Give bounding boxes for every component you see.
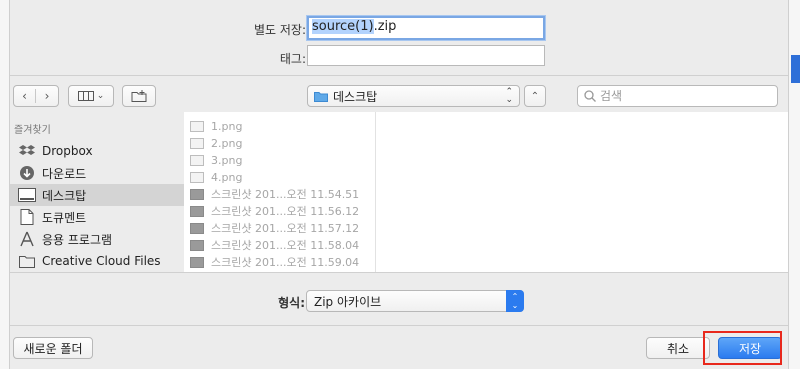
columns-view-icon — [77, 91, 94, 101]
sidebar-item-label: Dropbox — [42, 144, 93, 158]
folder-icon — [18, 253, 36, 269]
chevron-up-icon: ⌃ — [530, 90, 540, 102]
image-file-icon — [190, 154, 204, 166]
file-name: 스크린샷 201...오전 11.56.12 — [211, 205, 360, 218]
screenshot-file-icon — [190, 239, 204, 251]
image-file-icon — [190, 171, 204, 183]
sidebar-item-creative-cloud[interactable]: Creative Cloud Files — [10, 250, 184, 272]
sidebar-header: 즐겨찾기 — [14, 125, 51, 136]
back-forward-group: ‹ › — [13, 85, 59, 107]
highlight-outline — [703, 331, 782, 365]
file-name: 4.png — [211, 170, 243, 184]
list-item[interactable]: 스크린샷 201...오전 11.56.12 — [190, 203, 359, 219]
file-name: 2.png — [211, 136, 243, 150]
file-column: 1.png 2.png 3.png 4.png 스크린샷 201...오전 11… — [184, 112, 376, 272]
footer-separator — [10, 325, 788, 326]
forward-button[interactable]: › — [36, 89, 58, 103]
file-name: 3.png — [211, 153, 243, 167]
new-folder-button[interactable]: 새로운 폴더 — [13, 337, 93, 359]
new-folder-icon — [131, 90, 147, 102]
search-icon — [584, 90, 596, 102]
back-button[interactable]: ‹ — [14, 89, 36, 103]
image-file-icon — [190, 120, 204, 132]
screenshot-file-icon — [190, 205, 204, 217]
sidebar-item-dropbox[interactable]: Dropbox — [10, 140, 184, 162]
list-item[interactable]: 스크린샷 201...오전 11.57.12 — [190, 220, 359, 236]
background-accent — [791, 55, 800, 83]
sidebar: 즐겨찾기 Dropbox 다운로드 데스크탑 도큐멘트 응용 프로그램 Crea… — [10, 112, 184, 272]
format-popup[interactable]: Zip 아카이브 ⌃ ⌄ — [306, 290, 524, 312]
file-name: 스크린샷 201...오전 11.54.51 — [211, 188, 360, 201]
cancel-button[interactable]: 취소 — [646, 337, 710, 359]
file-name: 스크린샷 201...오전 11.58.04 — [211, 239, 360, 252]
updown-chevron-icon: ⌃ ⌄ — [506, 290, 524, 312]
background-window-left — [0, 0, 10, 369]
file-browser: 1.png 2.png 3.png 4.png 스크린샷 201...오전 11… — [184, 112, 788, 272]
tags-label: 태그: — [279, 52, 306, 66]
chevron-down-icon: ⌄ — [96, 91, 105, 101]
list-item[interactable]: 4.png — [190, 169, 242, 185]
list-item[interactable]: 스크린샷 201...오전 11.54.51 — [190, 186, 359, 202]
screenshot-file-icon — [190, 222, 204, 234]
format-value: Zip 아카이브 — [314, 294, 382, 309]
screenshot-file-icon — [190, 256, 204, 268]
list-item[interactable]: 3.png — [190, 152, 242, 168]
tags-field[interactable] — [307, 45, 545, 66]
background-window-right — [788, 0, 800, 369]
collapse-button[interactable]: ⌃ — [524, 85, 546, 107]
sidebar-item-label: 도큐멘트 — [42, 210, 87, 225]
document-icon — [18, 209, 36, 225]
sidebar-item-downloads[interactable]: 다운로드 — [10, 162, 184, 184]
search-field[interactable]: 검색 — [577, 85, 778, 107]
new-folder-label: 새로운 폴더 — [23, 341, 83, 356]
save-dialog: 별도 저장: source(1).zip 태그: ‹ › ⌄ 데스크탑 ⌃ ⌄ ⌃… — [10, 0, 788, 369]
filename-extension: .zip — [373, 19, 397, 34]
dropbox-icon — [18, 143, 36, 159]
list-item[interactable]: 스크린샷 201...오전 11.59.04 — [190, 254, 359, 270]
search-placeholder: 검색 — [600, 88, 623, 103]
image-file-icon — [190, 137, 204, 149]
download-icon — [18, 165, 36, 181]
location-popup[interactable]: 데스크탑 ⌃ ⌄ — [307, 85, 520, 107]
sidebar-item-label: 데스크탑 — [42, 188, 87, 203]
sidebar-item-documents[interactable]: 도큐멘트 — [10, 206, 184, 228]
list-item[interactable]: 2.png — [190, 135, 242, 151]
updown-chevron-icon: ⌃ ⌄ — [505, 87, 513, 105]
sidebar-item-applications[interactable]: 응용 프로그램 — [10, 228, 184, 250]
new-folder-toolbar-button[interactable] — [122, 85, 156, 107]
filename-selection: source(1) — [312, 19, 374, 34]
cancel-label: 취소 — [666, 341, 690, 356]
screenshot-file-icon — [190, 188, 204, 200]
format-label: 형식: — [278, 296, 305, 310]
sidebar-item-label: Creative Cloud Files — [42, 254, 161, 268]
file-name: 스크린샷 201...오전 11.59.04 — [211, 256, 360, 269]
file-name: 스크린샷 201...오전 11.57.12 — [211, 222, 360, 235]
desktop-icon — [18, 187, 36, 203]
sidebar-item-label: 다운로드 — [42, 166, 87, 181]
header-separator — [10, 75, 788, 76]
file-name: 1.png — [211, 119, 243, 133]
save-as-label: 별도 저장: — [253, 23, 306, 37]
list-item[interactable]: 1.png — [190, 118, 242, 134]
folder-icon — [314, 91, 328, 102]
list-item[interactable]: 스크린샷 201...오전 11.58.04 — [190, 237, 359, 253]
sidebar-item-label: 응용 프로그램 — [42, 232, 113, 247]
applications-icon — [18, 231, 36, 247]
location-label: 데스크탑 — [333, 89, 378, 104]
view-mode-button[interactable]: ⌄ — [68, 85, 114, 107]
filename-field[interactable]: source(1).zip — [307, 16, 545, 40]
browser-separator — [10, 272, 788, 273]
sidebar-item-desktop[interactable]: 데스크탑 — [10, 184, 184, 206]
